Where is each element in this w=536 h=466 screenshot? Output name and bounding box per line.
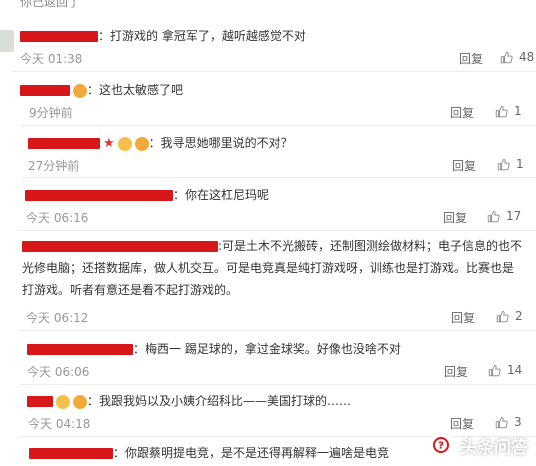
thumbs-up-icon xyxy=(488,364,501,377)
cut-text: 你己返回了 xyxy=(20,0,81,9)
comment-text-line: 打游戏。听者有意还是看不起打游戏的。 xyxy=(22,283,239,297)
badge-icon xyxy=(73,394,87,409)
comment-4: ：你在这杠尼玛呢 xyxy=(25,186,269,203)
avatar[interactable] xyxy=(0,30,14,52)
comment-text: ：我寻思她哪里说的不对？ xyxy=(148,136,293,150)
like-button[interactable]: 1 xyxy=(495,104,522,118)
svg-text:?: ? xyxy=(438,441,444,452)
username-redacted[interactable] xyxy=(27,344,133,355)
like-button[interactable]: 14 xyxy=(488,363,522,377)
reply-button[interactable]: 回复 xyxy=(450,415,474,432)
reply-button[interactable]: 回复 xyxy=(452,157,476,174)
comment-text-line: :可是土木不光搬砖，还制图测绘做材料；电子信息的也不 xyxy=(218,239,523,253)
comment-time: 今天 06:16 xyxy=(26,211,89,225)
badge-icon xyxy=(73,83,87,98)
divider xyxy=(21,177,536,178)
comment-text: ：你在这杠尼玛呢 xyxy=(173,188,270,202)
badge-icon xyxy=(56,394,70,409)
like-count: 48 xyxy=(519,50,535,64)
previous-comment-cut: 你己返回了 xyxy=(0,0,536,10)
comment-text: ：打游戏的 拿冠军了，越听越感觉不对 xyxy=(98,29,306,43)
like-button[interactable]: 3 xyxy=(495,415,522,429)
thumbs-up-icon xyxy=(497,158,510,171)
reply-button[interactable]: 回复 xyxy=(444,363,468,380)
comment-time: 今天 04:18 xyxy=(28,417,91,431)
thumbs-up-icon xyxy=(500,51,513,64)
comment-text: ：这也太敏感了吧 xyxy=(87,83,184,97)
thumbs-up-icon xyxy=(495,416,508,429)
username-redacted[interactable] xyxy=(25,190,173,201)
reply-button[interactable]: 回复 xyxy=(459,50,483,67)
comment-text: ：梅西一 踢足球的，拿过金球奖。好像也没啥不对 xyxy=(133,342,401,356)
watermark: ? 头条问答 xyxy=(428,432,528,458)
comment-7: ：我跟我妈以及小姨介绍科比——美国打球的…… xyxy=(27,392,351,409)
thumbs-up-icon xyxy=(496,310,509,323)
divider xyxy=(12,71,536,72)
comment-text: ：我跟我妈以及小姨介绍科比——美国打球的…… xyxy=(87,394,352,408)
username-redacted[interactable] xyxy=(20,85,70,96)
like-count: 1 xyxy=(514,104,522,118)
toutiao-logo-icon: ? xyxy=(428,432,454,458)
comment-time: 9分钟前 xyxy=(29,106,73,120)
thumbs-up-icon xyxy=(487,210,500,223)
star-icon: ★ xyxy=(103,136,115,151)
comment-6: ：梅西一 踢足球的，拿过金球奖。好像也没啥不对 xyxy=(27,340,401,357)
username-redacted[interactable] xyxy=(28,138,100,149)
comment-2: ：这也太敏感了吧 xyxy=(20,81,183,98)
comment-3: ★ ：我寻思她哪里说的不对？ xyxy=(28,134,293,151)
like-button[interactable]: 48 xyxy=(500,50,534,64)
username-redacted[interactable] xyxy=(22,241,218,252)
watermark-text: 头条问答 xyxy=(460,437,528,458)
like-count: 14 xyxy=(507,363,523,377)
comment-time: 今天 06:06 xyxy=(27,365,90,379)
like-button[interactable]: 2 xyxy=(496,309,523,323)
like-button[interactable]: 1 xyxy=(497,157,524,171)
comment-text-line: 光修电脑；还搭数据库，做人机交互。可是电竞真是纯打游戏呀，训练也是打游戏。比赛也… xyxy=(22,261,515,275)
username-redacted[interactable] xyxy=(20,31,98,42)
like-count: 1 xyxy=(516,157,524,171)
comment-1: ：打游戏的 拿冠军了，越听越感觉不对 xyxy=(20,27,306,44)
comment-8: ：你跟蔡明提电竞，是不是还得再解释一遍啥是电竞 xyxy=(29,444,389,461)
comment-time: 今天 06:12 xyxy=(26,311,89,325)
like-button[interactable]: 17 xyxy=(487,209,521,223)
like-count: 17 xyxy=(506,209,522,223)
comment-text: ：你跟蔡明提电竞，是不是还得再解释一遍啥是电竞 xyxy=(113,446,390,460)
divider xyxy=(18,230,536,231)
like-count: 3 xyxy=(514,415,522,429)
like-count: 2 xyxy=(515,309,523,323)
comment-time: 27分钟前 xyxy=(28,159,80,173)
badge-icon xyxy=(117,136,132,151)
reply-button[interactable]: 回复 xyxy=(450,104,474,121)
divider xyxy=(21,125,536,126)
divider xyxy=(20,384,536,385)
comment-time: 今天 01:38 xyxy=(20,52,83,66)
username-redacted[interactable] xyxy=(27,396,53,407)
divider xyxy=(18,330,536,331)
reply-button[interactable]: 回复 xyxy=(451,309,475,326)
badge-icon xyxy=(134,136,149,151)
username-redacted[interactable] xyxy=(29,448,113,459)
reply-button[interactable]: 回复 xyxy=(443,209,467,226)
comment-5: :可是土木不光搬砖，还制图测绘做材料；电子信息的也不 光修电脑；还搭数据库，做人… xyxy=(22,235,532,301)
thumbs-up-icon xyxy=(495,105,508,118)
